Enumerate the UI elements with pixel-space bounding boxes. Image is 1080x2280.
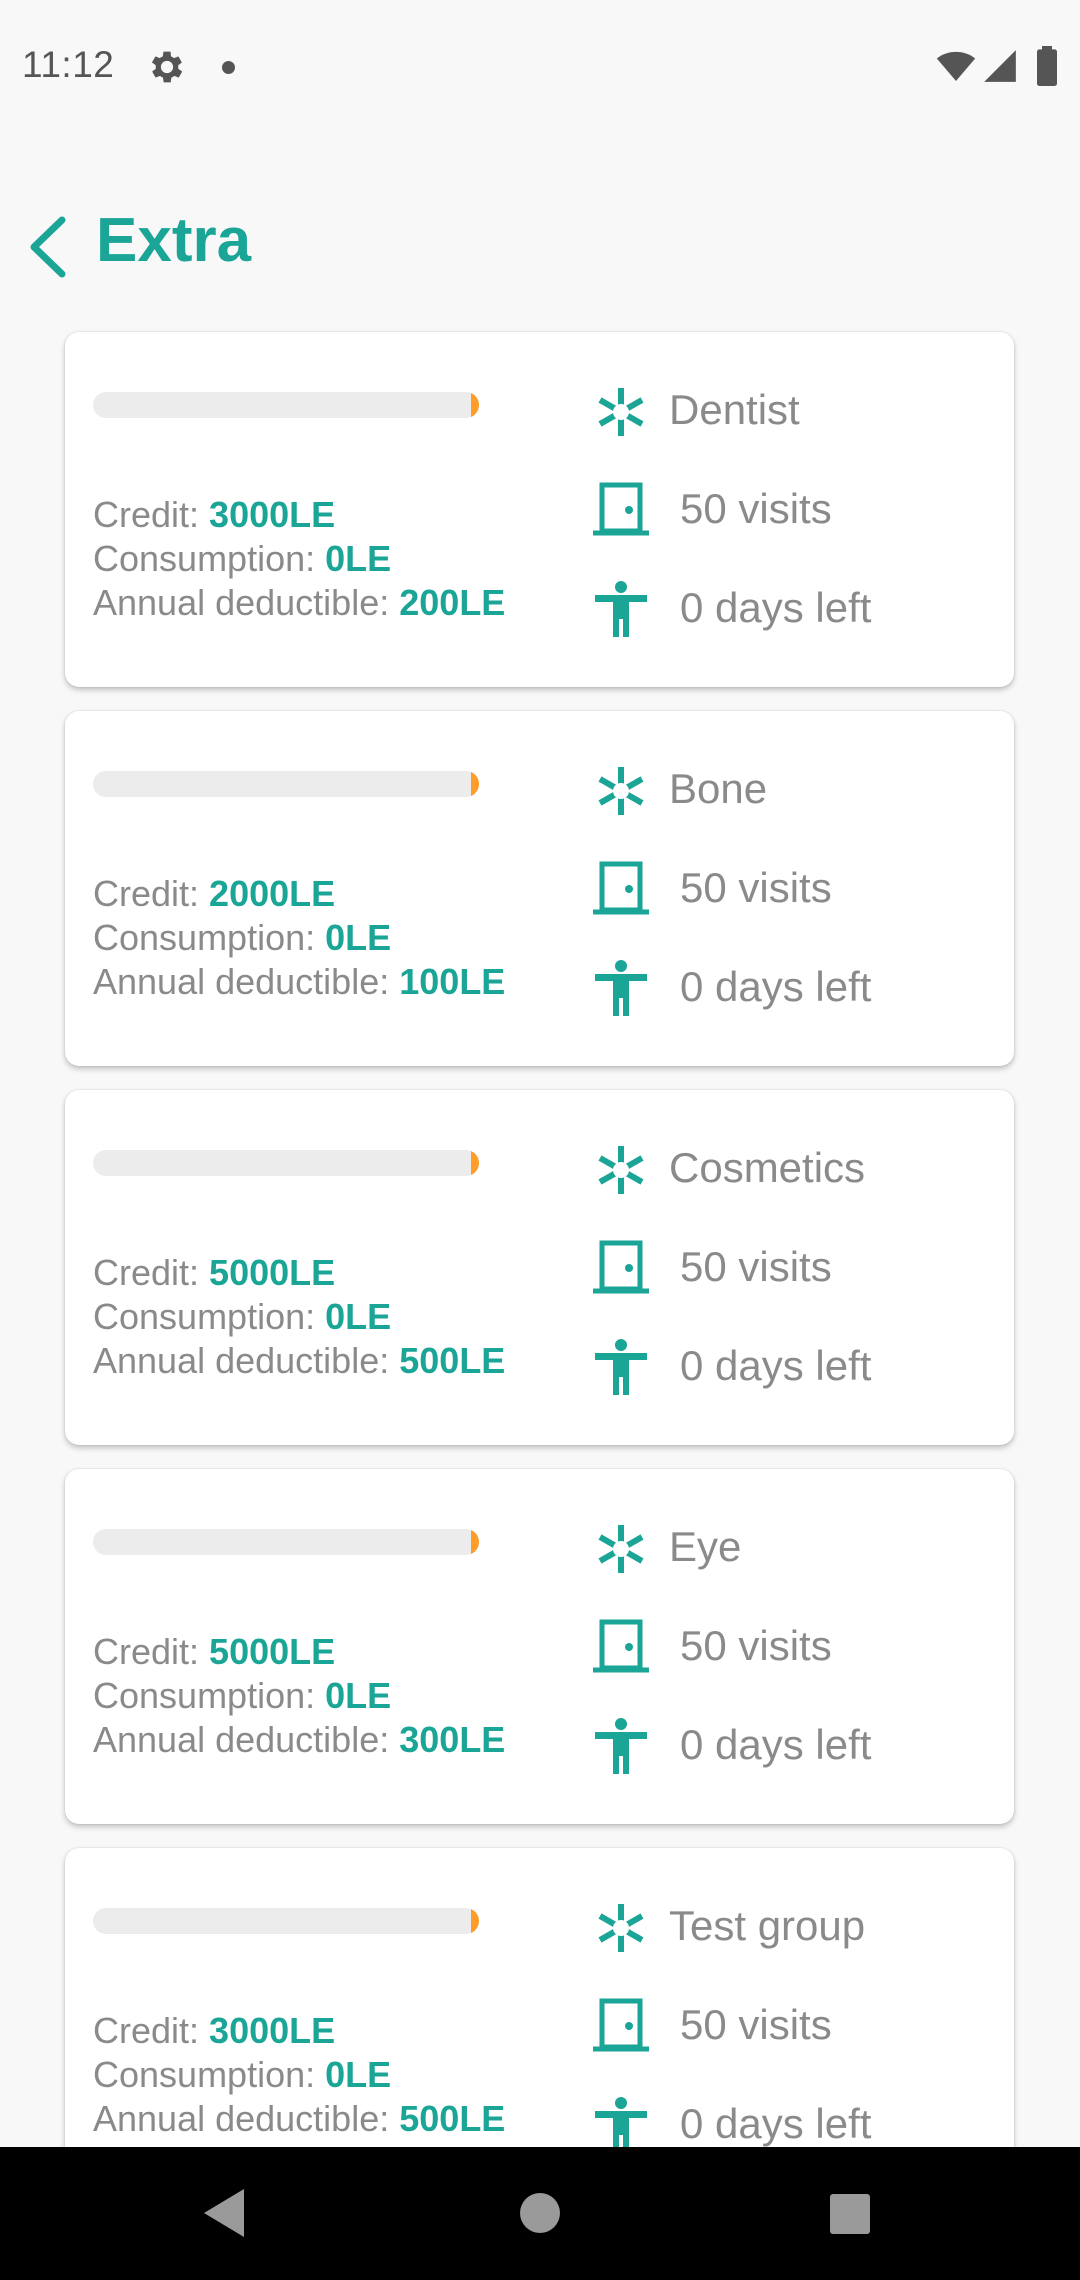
person-icon <box>595 960 647 1016</box>
door-icon <box>593 482 649 536</box>
credit-value: 3000LE <box>209 494 336 535</box>
progress-bar <box>93 1150 479 1176</box>
deductible-value: 300LE <box>399 1719 506 1760</box>
door-icon <box>593 1240 649 1294</box>
category-name: Bone <box>669 765 768 812</box>
visits-count: 50 visits <box>680 1243 832 1290</box>
person-icon <box>595 1718 647 1774</box>
navigation-bar <box>0 2147 1080 2280</box>
category-name: Cosmetics <box>669 1144 866 1191</box>
consumption-line: Consumption: 0LE <box>93 538 392 579</box>
consumption-value: 0LE <box>325 1675 392 1716</box>
medical-star-icon <box>598 1904 644 1952</box>
progress-fill <box>471 1529 479 1555</box>
consumption-value: 0LE <box>325 2054 392 2095</box>
medical-star-icon <box>598 767 644 815</box>
consumption-value: 0LE <box>325 917 392 958</box>
progress-bar <box>93 771 479 797</box>
deductible-line: Annual deductible: 300LE <box>93 1719 506 1760</box>
credit-value: 2000LE <box>209 873 336 914</box>
consumption-value: 0LE <box>325 1296 392 1337</box>
door-icon <box>593 1998 649 2052</box>
person-icon <box>595 2097 647 2147</box>
nav-back-icon[interactable] <box>200 2187 248 2239</box>
credit-line: Credit: 5000LE <box>93 1631 336 1672</box>
door-icon <box>593 1619 649 1673</box>
credit-value: 5000LE <box>209 1252 336 1293</box>
progress-fill <box>471 1150 479 1176</box>
credit-line: Credit: 3000LE <box>93 494 336 535</box>
days-left: 0 days left <box>680 963 872 1010</box>
deductible-line: Annual deductible: 500LE <box>93 2098 506 2139</box>
credit-value: 3000LE <box>209 2010 336 2051</box>
consumption-line: Consumption: 0LE <box>93 917 392 958</box>
progress-fill <box>471 392 479 418</box>
credit-line: Credit: 5000LE <box>93 1252 336 1293</box>
days-left: 0 days left <box>680 1721 872 1768</box>
battery-icon <box>1037 46 1057 86</box>
category-name: Dentist <box>669 386 800 433</box>
visits-count: 50 visits <box>680 2001 832 2048</box>
medical-star-icon <box>598 1146 644 1194</box>
deductible-line: Annual deductible: 100LE <box>93 961 506 1002</box>
progress-bar <box>93 392 479 418</box>
coverage-card[interactable]: Credit: 5000LE Consumption: 0LE Annual d… <box>65 1469 1014 1824</box>
category-name: Eye <box>669 1523 742 1570</box>
consumption-line: Consumption: 0LE <box>93 1296 392 1337</box>
status-bar: 11:12 <box>0 0 1080 135</box>
medical-star-icon <box>598 1525 644 1573</box>
status-time: 11:12 <box>22 44 115 85</box>
coverage-card[interactable]: Credit: 3000LE Consumption: 0LE Annual d… <box>65 1848 1014 2147</box>
notification-dot-icon <box>222 61 235 74</box>
days-left: 0 days left <box>680 1342 872 1389</box>
progress-bar <box>93 1529 479 1555</box>
category-name: Test group <box>669 1902 866 1949</box>
wifi-icon <box>936 51 976 81</box>
deductible-line: Annual deductible: 500LE <box>93 1340 506 1381</box>
visits-count: 50 visits <box>680 1622 832 1669</box>
visits-count: 50 visits <box>680 485 832 532</box>
consumption-value: 0LE <box>325 538 392 579</box>
coverage-list[interactable]: Credit: 3000LE Consumption: 0LE Annual d… <box>0 320 1080 2147</box>
coverage-card[interactable]: Credit: 5000LE Consumption: 0LE Annual d… <box>65 1090 1014 1445</box>
nav-recents-icon[interactable] <box>829 2193 871 2235</box>
deductible-line: Annual deductible: 200LE <box>93 582 506 623</box>
medical-star-icon <box>598 388 644 436</box>
deductible-value: 500LE <box>399 2098 506 2139</box>
visits-count: 50 visits <box>680 864 832 911</box>
person-icon <box>595 581 647 637</box>
coverage-card[interactable]: Credit: 2000LE Consumption: 0LE Annual d… <box>65 711 1014 1066</box>
consumption-line: Consumption: 0LE <box>93 2054 392 2095</box>
person-icon <box>595 1339 647 1395</box>
credit-line: Credit: 3000LE <box>93 2010 336 2051</box>
nav-home-icon[interactable] <box>519 2192 561 2234</box>
days-left: 0 days left <box>680 584 872 631</box>
deductible-value: 200LE <box>399 582 506 623</box>
cell-signal-icon <box>984 50 1016 82</box>
deductible-value: 500LE <box>399 1340 506 1381</box>
coverage-card[interactable]: Credit: 3000LE Consumption: 0LE Annual d… <box>65 332 1014 687</box>
chevron-left-icon[interactable] <box>22 212 74 282</box>
credit-line: Credit: 2000LE <box>93 873 336 914</box>
progress-bar <box>93 1908 479 1934</box>
settings-gear-icon <box>151 51 183 83</box>
consumption-line: Consumption: 0LE <box>93 1675 392 1716</box>
door-icon <box>593 861 649 915</box>
days-left: 0 days left <box>680 2100 872 2147</box>
credit-value: 5000LE <box>209 1631 336 1672</box>
page-title: Extra <box>96 206 252 275</box>
deductible-value: 100LE <box>399 961 506 1002</box>
progress-fill <box>471 1908 479 1934</box>
progress-fill <box>471 771 479 797</box>
